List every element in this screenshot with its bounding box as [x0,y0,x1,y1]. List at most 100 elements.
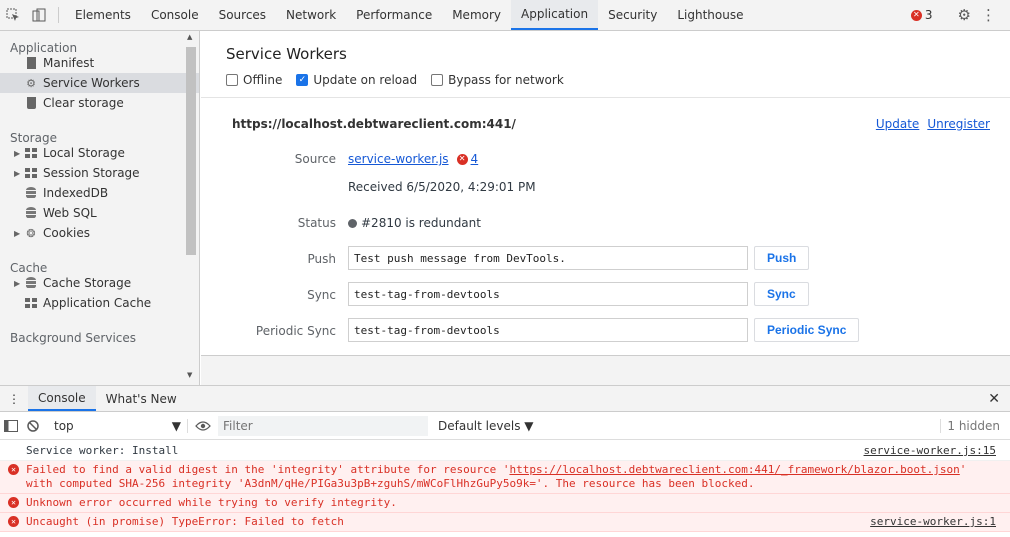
tab-elements[interactable]: Elements [65,0,141,30]
expand-arrow-icon[interactable]: ▶ [14,229,24,238]
grid-icon [24,147,38,159]
sidebar-item-service-workers[interactable]: ⚙ Service Workers [0,73,199,93]
tab-network[interactable]: Network [276,0,346,30]
sync-button[interactable]: Sync [754,282,809,306]
inspect-element-icon[interactable] [0,0,26,30]
sidebar-item-local-storage[interactable]: ▶ Local Storage [0,143,199,163]
console-message-error: ✕ Unknown error occurred while trying to… [0,494,1010,513]
drawer-tab-console[interactable]: Console [28,386,96,411]
source-label: Source [294,152,336,166]
offline-checkbox[interactable]: Offline [226,73,282,87]
periodic-sync-button[interactable]: Periodic Sync [754,318,860,342]
tab-sources[interactable]: Sources [209,0,276,30]
option-label: Bypass for network [448,73,564,87]
source-location-link[interactable]: service-worker.js:1 [870,515,996,529]
source-row: service-worker.js ✕ 4 [348,152,478,166]
message-text: Failed to find a valid digest in the 'in… [26,463,510,476]
message-text: Uncaught (in promise) TypeError: Failed … [26,515,344,528]
status-text: #2810 is redundant [361,216,481,230]
grid-icon [24,297,38,309]
checkbox-icon[interactable] [431,74,444,86]
tab-performance[interactable]: Performance [346,0,442,30]
close-icon[interactable]: ✕ [978,386,1010,411]
push-button[interactable]: Push [754,246,810,270]
sidebar-section-background-services: Background Services [10,331,137,345]
sidebar-item-application-cache[interactable]: Application Cache [0,293,199,313]
document-icon [24,57,38,69]
push-message-input[interactable] [348,246,748,270]
device-toolbar-icon[interactable] [26,0,52,30]
database-icon [24,207,38,219]
page-title: Service Workers [226,45,347,63]
divider [201,97,1010,98]
tab-security[interactable]: Security [598,0,667,30]
dropdown-arrow-icon: ▼ [171,418,181,433]
update-link[interactable]: Update [876,117,919,131]
update-on-reload-checkbox[interactable]: ✓ Update on reload [296,73,417,87]
gear-icon: ⚙ [26,76,36,90]
sidebar-item-cache-storage[interactable]: ▶ Cache Storage [0,273,199,293]
sidebar-item-label: Service Workers [43,76,140,90]
error-icon: ✕ [456,153,468,165]
sidebar-item-indexeddb[interactable]: IndexedDB [0,183,199,203]
toolbar-divider [58,7,59,23]
expand-arrow-icon[interactable]: ▶ [14,279,24,288]
database-icon [24,277,38,289]
log-levels-dropdown[interactable]: Default levels ▼ [438,419,534,433]
error-count-badge[interactable]: ✕ 3 [910,8,933,22]
sidebar-section-cache: Cache [10,261,48,275]
checkbox-icon[interactable] [226,74,238,86]
source-location-link[interactable]: service-worker.js:15 [864,444,996,458]
option-label: Offline [243,73,283,87]
periodic-sync-label: Periodic Sync [255,324,336,338]
drawer-menu-icon[interactable]: ⋮ [0,386,28,411]
gear-icon[interactable]: ⚙ [958,6,971,24]
checkbox-checked-icon[interactable]: ✓ [296,74,309,86]
expand-arrow-icon[interactable]: ▶ [14,169,24,178]
drawer-tab-whats-new[interactable]: What's New [96,386,187,411]
sidebar-item-manifest[interactable]: Manifest [0,53,199,73]
bypass-for-network-checkbox[interactable]: Bypass for network [431,73,564,87]
sync-tag-input[interactable] [348,282,748,306]
tab-memory[interactable]: Memory [442,0,511,30]
unregister-link[interactable]: Unregister [927,117,990,131]
resource-link[interactable]: https://localhost.debtwareclient.com:441… [509,463,959,476]
console-filter-input[interactable] [218,415,428,436]
sidebar-item-label: Web SQL [43,206,97,220]
sidebar-item-session-storage[interactable]: ▶ Session Storage [0,163,199,183]
context-value: top [54,418,74,433]
error-icon: ✕ [8,497,19,508]
tab-lighthouse[interactable]: Lighthouse [667,0,753,30]
sidebar-toggle-icon[interactable] [0,419,22,432]
option-label: Update on reload [313,73,418,87]
clear-console-icon[interactable] [22,419,44,432]
scrollbar-thumb[interactable] [186,47,196,255]
eye-icon[interactable] [192,420,214,431]
sidebar-item-label: Local Storage [43,146,125,160]
console-message-error: ✕ Uncaught (in promise) TypeError: Faile… [0,513,1010,532]
expand-arrow-icon[interactable]: ▶ [14,149,24,158]
worker-origin: https://localhost.debtwareclient.com:441… [232,117,516,131]
tab-console[interactable]: Console [141,0,209,30]
scroll-up-icon[interactable]: ▲ [187,33,192,41]
source-file-link[interactable]: service-worker.js [348,152,449,166]
trash-icon [24,97,38,109]
sidebar-item-label: IndexedDB [43,186,109,200]
more-options-icon[interactable]: ⋮ [977,6,1000,24]
sidebar-section-application: Application [10,41,78,55]
tab-application[interactable]: Application [511,0,599,30]
sidebar-item-clear-storage[interactable]: Clear storage [0,93,199,113]
service-workers-panel: Service Workers Offline ✓ Update on relo… [201,31,1010,385]
sidebar-item-web-sql[interactable]: Web SQL [0,203,199,223]
sidebar-scrollbar[interactable]: ▲ ▼ [185,31,197,385]
source-error-count-link[interactable]: 4 [471,152,479,166]
context-selector[interactable]: top ▼ [48,418,188,433]
sidebar-item-label: Session Storage [43,166,140,180]
sidebar-item-cookies[interactable]: ▶ ❂ Cookies [0,223,199,243]
scroll-down-icon[interactable]: ▼ [187,371,192,379]
push-label: Push [307,252,337,266]
database-icon [24,187,38,199]
devtools-toolbar: Elements Console Sources Network Perform… [0,0,1010,31]
log-levels-label: Default levels [438,418,521,433]
periodic-sync-tag-input[interactable] [348,318,748,342]
